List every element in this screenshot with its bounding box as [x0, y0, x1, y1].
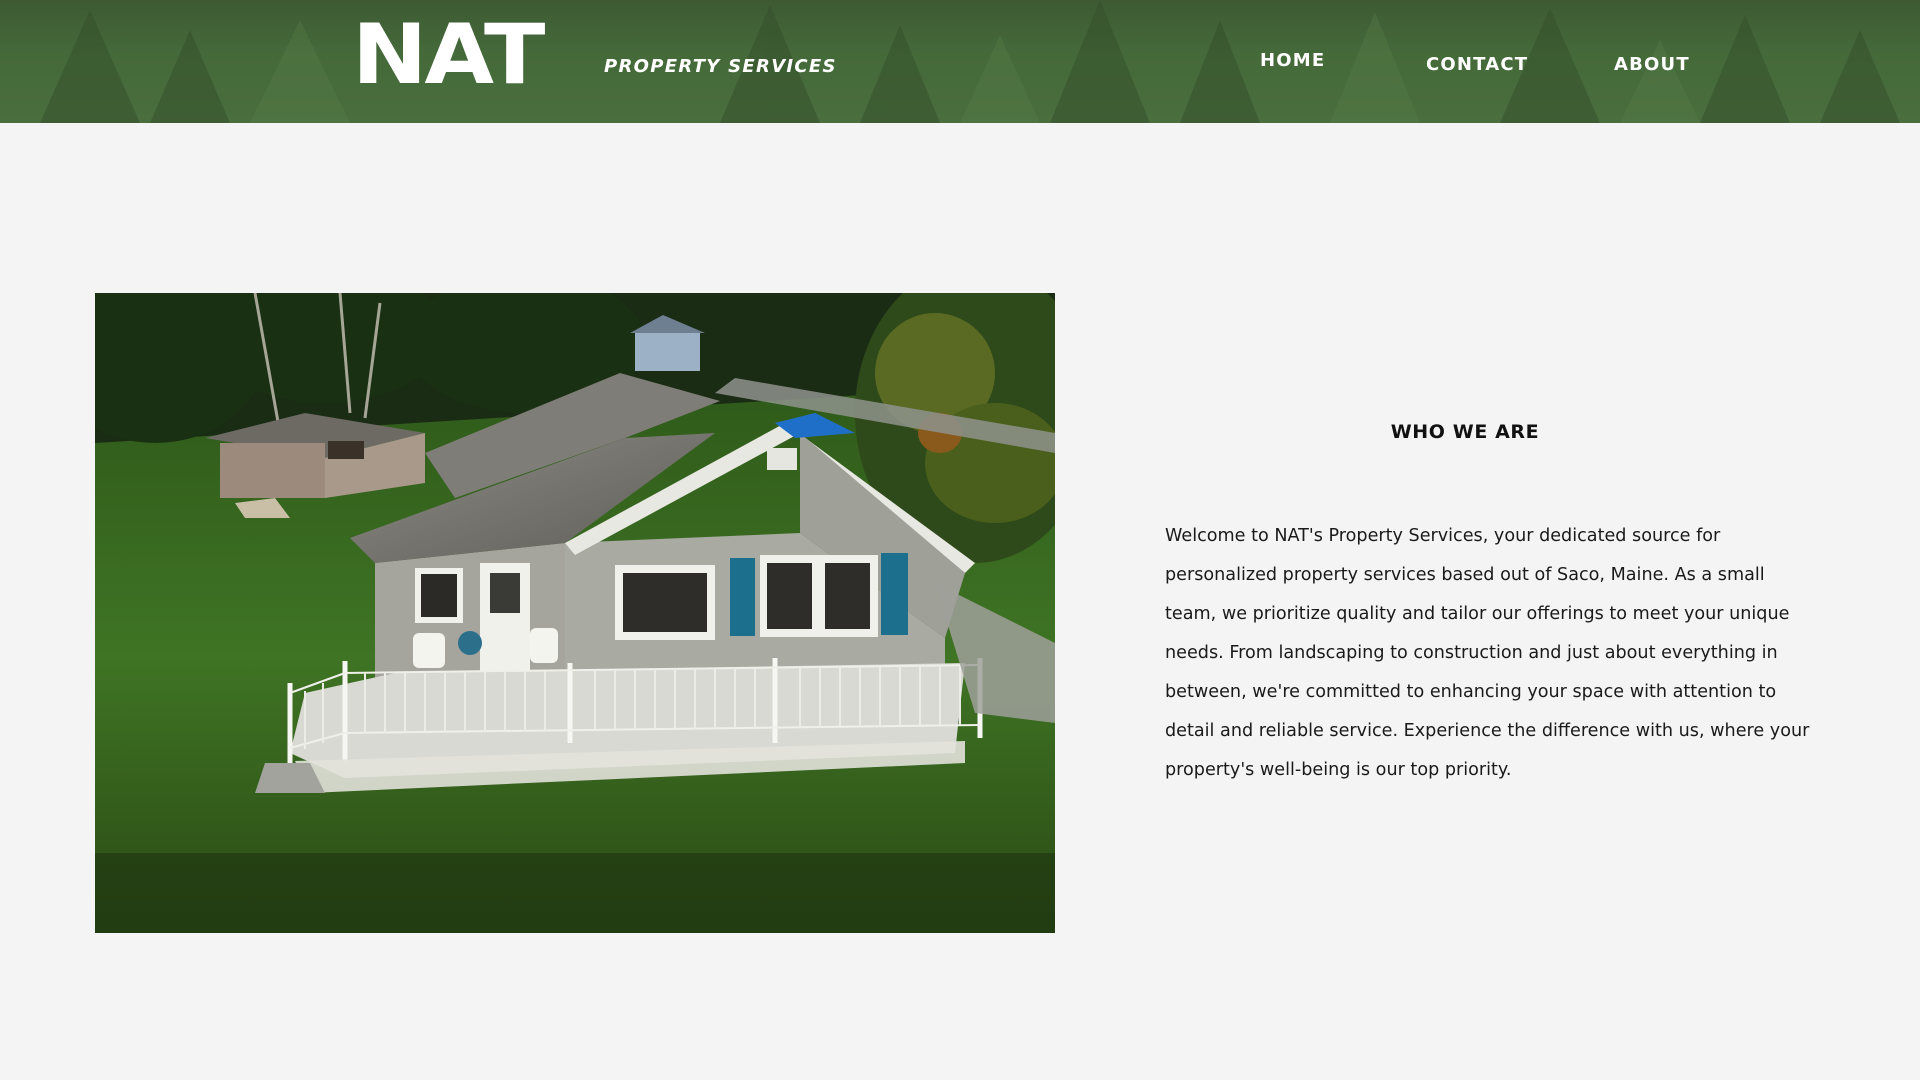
house-photo	[95, 293, 1055, 933]
site-header: NAT PROPERTY SERVICES HOME CONTACT ABOUT	[0, 0, 1920, 123]
site-tagline: PROPERTY SERVICES	[604, 56, 837, 77]
nav-link-about[interactable]: ABOUT	[1614, 54, 1690, 75]
about-paragraph: Welcome to NAT's Property Services, your…	[1165, 526, 1810, 780]
section-title: WHO WE ARE	[1390, 421, 1540, 443]
nav-link-home[interactable]: HOME	[1260, 50, 1325, 71]
nav-link-contact[interactable]: CONTACT	[1426, 54, 1528, 75]
site-logo[interactable]: NAT	[352, 14, 545, 97]
